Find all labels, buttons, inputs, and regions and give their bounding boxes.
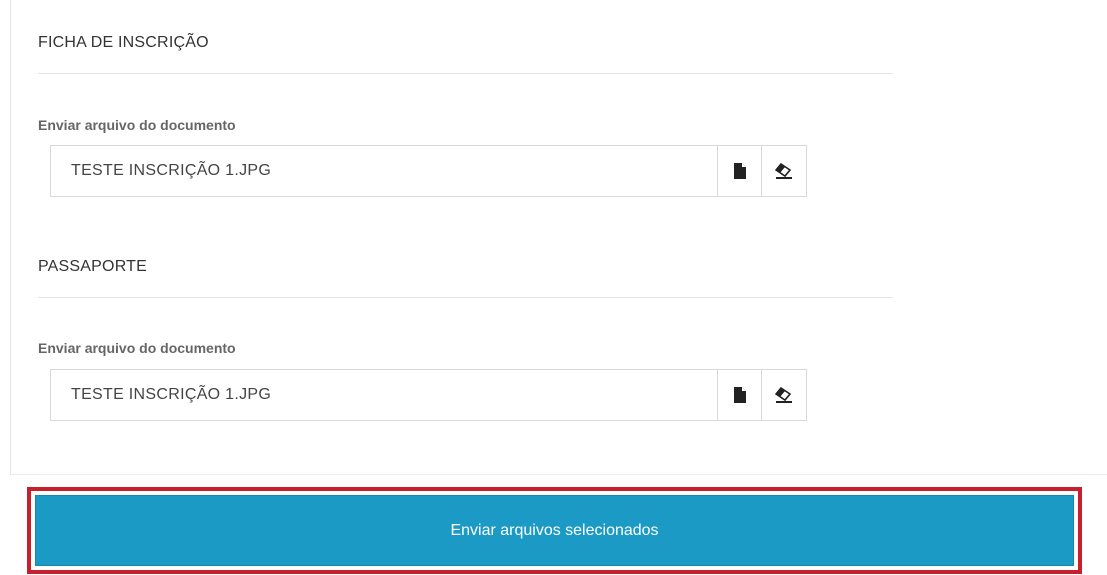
footer-divider bbox=[10, 474, 1107, 475]
file-input-passaporte[interactable]: TESTE INSCRIÇÃO 1.JPG bbox=[51, 370, 717, 420]
submit-files-button[interactable]: Enviar arquivos selecionados bbox=[35, 495, 1074, 566]
section-divider bbox=[38, 297, 893, 298]
browse-file-button[interactable] bbox=[717, 146, 761, 196]
file-input-group-passaporte: TESTE INSCRIÇÃO 1.JPG bbox=[50, 369, 807, 421]
section-title-ficha: FICHA DE INSCRIÇÃO bbox=[38, 34, 209, 51]
field-label-ficha: Enviar arquivo do documento bbox=[38, 117, 236, 133]
section-divider bbox=[38, 73, 893, 74]
section-title-passaporte: PASSAPORTE bbox=[38, 258, 147, 275]
clear-file-button[interactable] bbox=[761, 146, 806, 196]
file-icon bbox=[733, 163, 746, 179]
file-icon bbox=[733, 387, 746, 403]
file-input-ficha[interactable]: TESTE INSCRIÇÃO 1.JPG bbox=[51, 146, 717, 196]
eraser-icon bbox=[775, 387, 792, 403]
clear-file-button[interactable] bbox=[761, 370, 806, 420]
field-label-passaporte: Enviar arquivo do documento bbox=[38, 340, 236, 356]
file-input-group-ficha: TESTE INSCRIÇÃO 1.JPG bbox=[50, 145, 807, 197]
browse-file-button[interactable] bbox=[717, 370, 761, 420]
submit-highlight-frame: Enviar arquivos selecionados bbox=[27, 487, 1082, 574]
eraser-icon bbox=[775, 163, 792, 179]
